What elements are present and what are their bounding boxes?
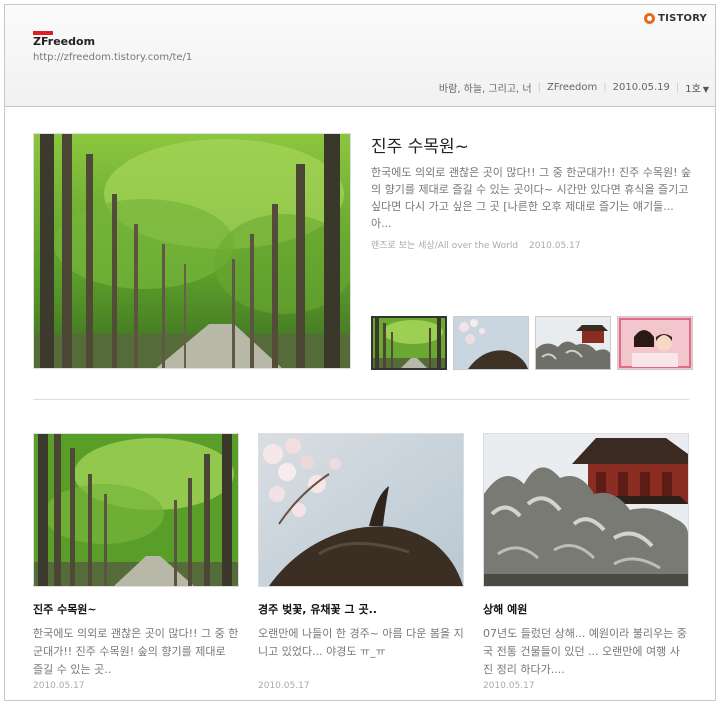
author-label[interactable]: ZFreedom [547,82,597,93]
card-image-forest[interactable] [33,433,239,587]
caret-down-icon: ▼ [702,85,709,94]
page-frame: ZFreedom http://zfreedom.tistory.com/te/… [4,4,716,701]
featured-title[interactable]: 진주 수목원~ [371,132,469,157]
meta-separator: | [675,82,680,93]
category-label[interactable]: 바람, 하늘, 그리고, 너 [439,80,532,95]
blog-url[interactable]: http://zfreedom.tistory.com/te/1 [33,52,192,63]
meta-separator: | [537,82,541,93]
card-date: 2010.05.17 [483,681,535,691]
tistory-wordmark: TISTORY [658,13,707,24]
post-card-gyeongju: 경주 벚꽃, 유채꽃 그 곳.. 오랜만에 나들이 한 경주~ 아름 다운 봄을… [258,433,464,691]
featured-date: 2010.05.17 [528,241,581,251]
header: ZFreedom http://zfreedom.tistory.com/te/… [5,5,715,107]
card-title[interactable]: 경주 벚꽃, 유채꽃 그 곳.. [258,601,464,617]
card-title[interactable]: 진주 수목원~ [33,601,239,617]
post-card-jinju: 진주 수목원~ 한국에도 의외로 괜찮은 곳이 많다!! 그 중 한군대가!! … [33,433,239,691]
tistory-icon [644,13,656,24]
card-image-pagoda-rocks[interactable] [483,433,689,587]
thumbnail-strip [371,316,693,370]
card-image-cherry-blossom[interactable] [258,433,464,587]
card-date: 2010.05.17 [258,681,310,691]
issue-number: 1호 [685,84,701,95]
section-divider [33,399,689,400]
thumbnail-cherry-blossom[interactable] [453,316,529,370]
thumbnail-couple-photo[interactable] [617,316,693,370]
featured-image-forest[interactable] [33,133,351,369]
featured-meta: 렌즈로 보는 세상/All over the World 2010.05.17 [371,238,581,251]
meta-separator: | [603,82,607,93]
issue-date: 2010.05.19 [612,82,670,93]
post-card-shanghai: 상해 예원 07년도 들렀던 상해... 예원이라 불리우는 중국 전통 건물들… [483,433,689,691]
card-title[interactable]: 상해 예원 [483,601,689,617]
card-excerpt: 07년도 들렀던 상해... 예원이라 불리우는 중국 전통 건물들이 있던 .… [483,627,687,676]
tistory-logo[interactable]: TISTORY [644,13,707,24]
featured-category[interactable]: 렌즈로 보는 세상/All over the World [371,241,518,251]
issue-selector[interactable]: 1호 ▼ [685,80,709,95]
card-excerpt: 한국에도 의외로 괜찮은 곳이 많다!! 그 중 한군대가!! 진주 수목원! … [33,627,239,676]
issue-meta: 바람, 하늘, 그리고, 너 | ZFreedom | 2010.05.19 |… [439,80,709,95]
thumbnail-pagoda-rocks[interactable] [535,316,611,370]
featured-excerpt: 한국에도 의외로 괜찮은 곳이 많다!! 그 중 한군대가!! 진주 수목원! … [371,166,692,230]
card-date: 2010.05.17 [33,681,85,691]
thumbnail-forest-path[interactable] [371,316,447,370]
blog-name[interactable]: ZFreedom [33,35,95,48]
card-excerpt: 오랜만에 나들이 한 경주~ 아름 다운 봄을 지니고 있었다... 야경도 ㅠ… [258,627,464,658]
